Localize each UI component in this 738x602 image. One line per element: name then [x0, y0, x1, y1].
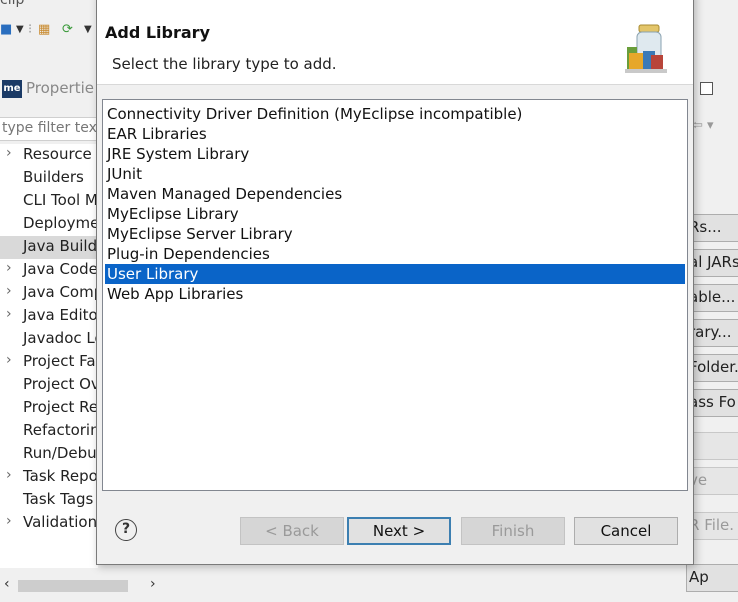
tree-item-label: Java Edito: [23, 306, 98, 324]
library-jar-icon: [625, 24, 667, 73]
library-type-item[interactable]: JUnit: [105, 164, 685, 184]
tree-item[interactable]: Deployme: [0, 213, 98, 236]
tree-item[interactable]: Refactorin: [0, 420, 98, 443]
library-type-item[interactable]: MyEclipse Library: [105, 204, 685, 224]
library-type-item[interactable]: User Library: [105, 264, 685, 284]
tree-item-label: Resource: [23, 145, 92, 163]
library-type-item[interactable]: Web App Libraries: [105, 284, 685, 304]
tree-item-label: Validation: [23, 513, 98, 531]
tree-item-label: Project Ov: [23, 375, 98, 393]
tree-item-label: Task Tags: [23, 490, 94, 508]
tree-item-label: Java Code: [23, 260, 98, 278]
tree-item[interactable]: › Java Code: [0, 259, 98, 282]
tree-item-label: Project Fa: [23, 352, 96, 370]
tree-item[interactable]: Project Ov: [0, 374, 98, 397]
tree-horizontal-scrollbar[interactable]: ‹ ›: [0, 576, 176, 596]
chevron-right-icon[interactable]: ›: [6, 145, 12, 161]
cancel-button[interactable]: Cancel: [574, 517, 678, 545]
tree-item[interactable]: Builders: [0, 167, 98, 190]
tree-item-label: Java Build: [23, 237, 98, 255]
properties-title: Propertie: [26, 79, 94, 97]
dialog-banner: Add Library Select the library type to a…: [97, 0, 693, 85]
library-type-item[interactable]: JRE System Library: [105, 144, 685, 164]
tree-item[interactable]: CLI Tool M: [0, 190, 98, 213]
tree-item[interactable]: › Task Repo: [0, 466, 98, 489]
build-path-button[interactable]: Ap: [686, 564, 738, 592]
tree-item[interactable]: › Validation: [0, 512, 98, 535]
chevron-right-icon[interactable]: ›: [6, 283, 12, 299]
library-type-item[interactable]: Plug-in Dependencies: [105, 244, 685, 264]
chevron-down-icon[interactable]: ▼: [16, 24, 24, 35]
maximize-icon[interactable]: [700, 82, 713, 95]
filter-input[interactable]: type filter tex: [0, 117, 98, 141]
tree-item[interactable]: Java Build: [0, 236, 98, 259]
tree-item-label: Refactorin: [23, 421, 98, 439]
library-type-item[interactable]: Maven Managed Dependencies: [105, 184, 685, 204]
tree-item-label: Run/Debu: [23, 444, 97, 462]
tree-item[interactable]: Project Re: [0, 397, 98, 420]
dialog-title: Add Library: [105, 23, 210, 42]
properties-header: me Propertie: [0, 76, 100, 102]
tree-item-label: CLI Tool M: [23, 191, 98, 209]
library-type-item[interactable]: Connectivity Driver Definition (MyEclips…: [105, 104, 685, 124]
scroll-thumb[interactable]: [18, 580, 128, 592]
help-button[interactable]: ?: [115, 519, 137, 541]
toolbar-deploy-icon[interactable]: ▦: [38, 22, 50, 37]
add-library-dialog: Add Library Select the library type to a…: [96, 0, 694, 565]
chevron-right-icon[interactable]: ›: [6, 467, 12, 483]
tree-item[interactable]: › Resource: [0, 144, 98, 167]
scroll-left-icon[interactable]: ‹: [4, 576, 10, 592]
scroll-right-icon[interactable]: ›: [150, 576, 156, 592]
chevron-right-icon[interactable]: ›: [6, 260, 12, 276]
tree-item[interactable]: › Java Edito: [0, 305, 98, 328]
finish-button[interactable]: Finish: [461, 517, 565, 545]
toolbar-refresh-icon[interactable]: ⟳: [62, 22, 73, 37]
tree-item[interactable]: › Project Fa: [0, 351, 98, 374]
tree-item[interactable]: Run/Debu: [0, 443, 98, 466]
chevron-right-icon[interactable]: ›: [6, 352, 12, 368]
library-type-item[interactable]: EAR Libraries: [105, 124, 685, 144]
chevron-right-icon[interactable]: ›: [6, 306, 12, 322]
next-button[interactable]: Next >: [347, 517, 451, 545]
tree-item-label: Java Comp: [23, 283, 98, 301]
myeclipse-logo-icon: me: [2, 80, 22, 98]
dialog-description: Select the library type to add.: [112, 55, 337, 73]
library-type-item[interactable]: MyEclipse Server Library: [105, 224, 685, 244]
tree-item-label: Builders: [23, 168, 84, 186]
toolbar-separator: ⁝: [28, 22, 33, 37]
tree-item[interactable]: Task Tags: [0, 489, 98, 512]
properties-tree: › Resource Builders CLI Tool M Deployme Java …: [0, 144, 98, 568]
chevron-right-icon[interactable]: ›: [6, 513, 12, 529]
tree-item-label: Deployme: [23, 214, 98, 232]
chevron-down-icon[interactable]: ▼: [84, 24, 92, 35]
back-button[interactable]: < Back: [240, 517, 344, 545]
tree-item[interactable]: › Java Comp: [0, 282, 98, 305]
tree-item-label: Task Repo: [23, 467, 98, 485]
tree-item[interactable]: Javadoc Lo: [0, 328, 98, 351]
tree-item-label: Javadoc Lo: [23, 329, 98, 347]
main-toolbar: ■ ▼ ⁝ ▦ ⟳ ▼: [0, 14, 100, 44]
toolbar-run-icon[interactable]: ■: [0, 22, 12, 37]
eclipse-screen: clip ■ ▼ ⁝ ▦ ⟳ ▼ me Propertie type filte…: [0, 0, 738, 602]
nav-arrows-icon[interactable]: ⇦ ▾: [692, 118, 714, 133]
library-type-list[interactable]: Connectivity Driver Definition (MyEclips…: [102, 99, 688, 491]
window-title-fragment: clip: [0, 0, 25, 8]
tree-item-label: Project Re: [23, 398, 98, 416]
